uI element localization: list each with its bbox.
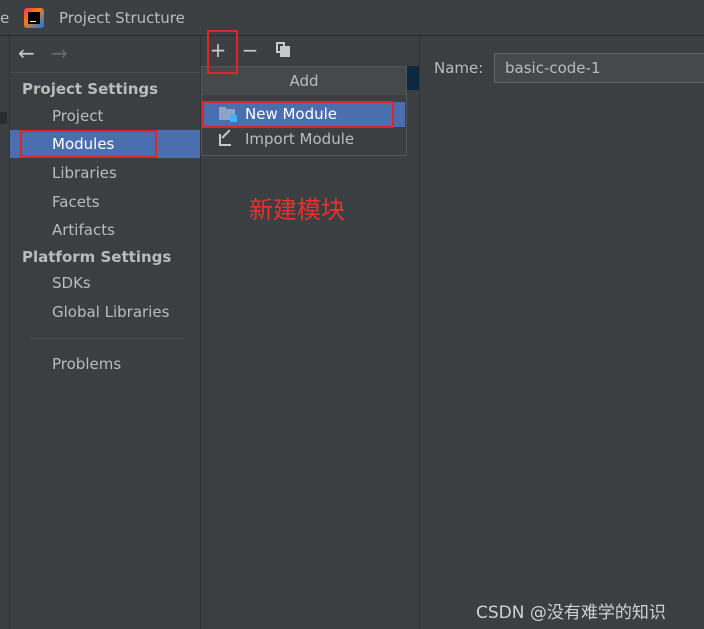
project-settings-heading: Project Settings bbox=[22, 80, 159, 98]
annotation-box-add-button bbox=[207, 30, 238, 74]
import-module-label: Import Module bbox=[245, 130, 355, 148]
nav-item-artifacts[interactable]: Artifacts bbox=[10, 216, 200, 244]
forward-arrow-icon[interactable]: → bbox=[51, 41, 68, 65]
nav-divider bbox=[10, 72, 200, 73]
copy-icon[interactable] bbox=[276, 42, 290, 57]
panel-divider-right bbox=[419, 36, 420, 629]
watermark: CSDN @没有难学的知识 bbox=[476, 603, 666, 623]
title-edge-text: e bbox=[0, 9, 10, 27]
window-title: Project Structure bbox=[59, 9, 185, 27]
module-list-selection-strip bbox=[407, 66, 419, 90]
nav-separator bbox=[30, 338, 184, 339]
annotation-text: 新建模块 bbox=[249, 196, 345, 224]
name-label: Name: bbox=[434, 59, 484, 77]
import-module-menu-item[interactable]: Import Module bbox=[203, 127, 405, 152]
nav-item-project[interactable]: Project bbox=[10, 102, 200, 130]
nav-item-libraries[interactable]: Libraries bbox=[10, 159, 200, 187]
import-arrow-icon bbox=[219, 129, 233, 146]
project-structure-window: e Project Structure ← → Project Settings… bbox=[0, 0, 704, 629]
nav-arrows: ← → bbox=[10, 36, 200, 72]
back-arrow-icon[interactable]: ← bbox=[18, 41, 35, 65]
remove-button[interactable]: − bbox=[238, 36, 262, 64]
nav-item-facets[interactable]: Facets bbox=[10, 188, 200, 216]
annotation-box-new-module bbox=[202, 101, 394, 128]
nav-item-sdks[interactable]: SDKs bbox=[10, 269, 200, 297]
intellij-app-icon bbox=[24, 8, 44, 28]
nav-item-problems[interactable]: Problems bbox=[10, 350, 200, 378]
nav-item-global-libraries[interactable]: Global Libraries bbox=[10, 298, 200, 326]
left-edge-strip bbox=[0, 36, 10, 629]
title-bar: e Project Structure bbox=[0, 0, 704, 36]
module-name-input[interactable] bbox=[494, 53, 704, 83]
annotation-box-modules bbox=[20, 130, 157, 158]
platform-settings-heading: Platform Settings bbox=[22, 248, 172, 266]
